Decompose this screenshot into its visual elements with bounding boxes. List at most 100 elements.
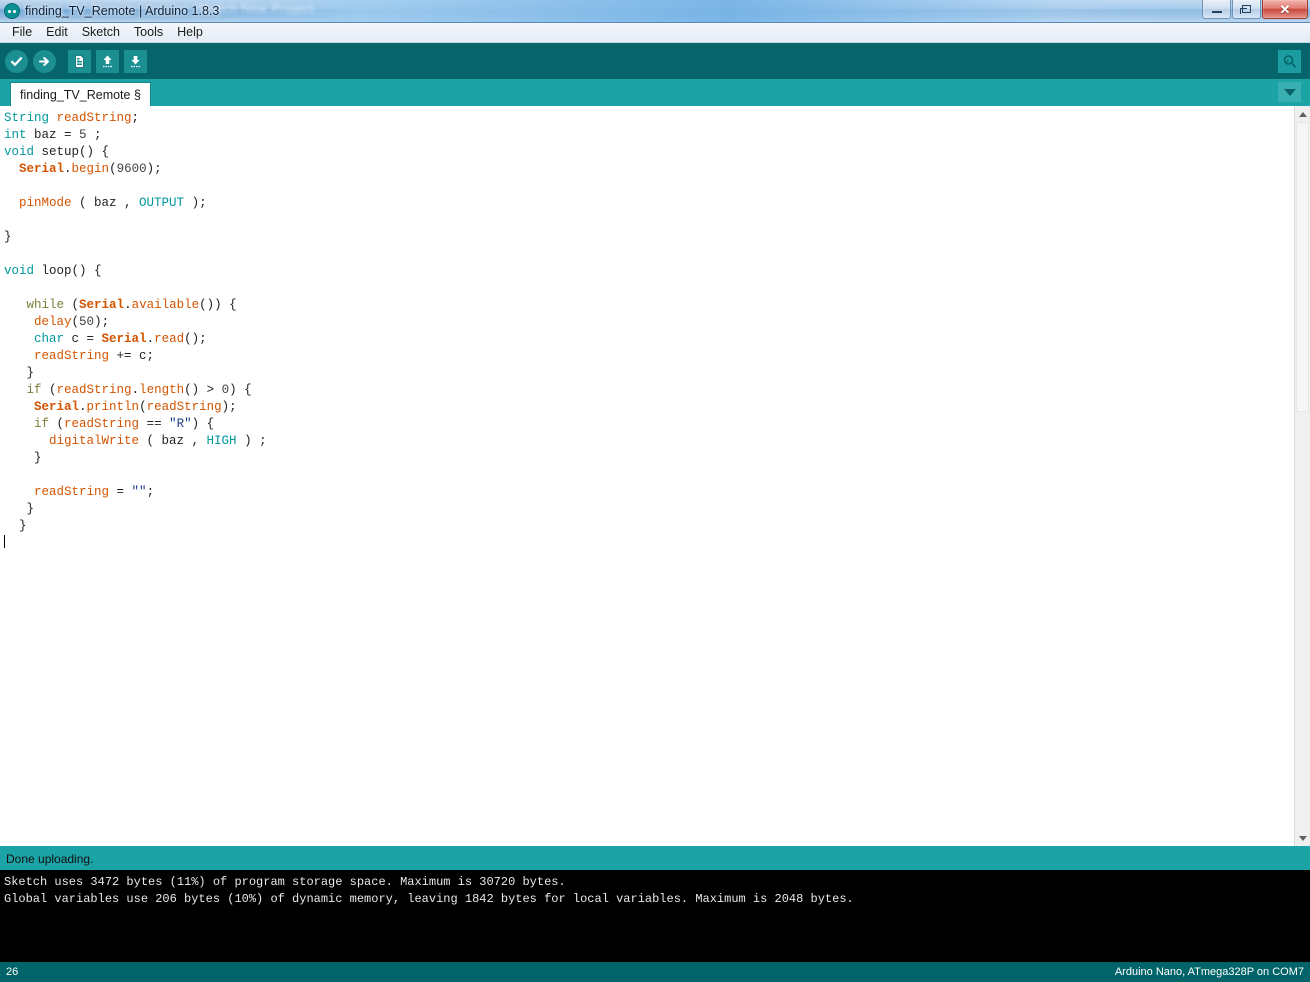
- code-line: }: [4, 365, 1294, 382]
- code-token: String: [4, 111, 50, 125]
- new-sketch-button[interactable]: [68, 49, 91, 73]
- code-token: ) {: [191, 417, 215, 431]
- scroll-down-button[interactable]: [1295, 830, 1310, 846]
- code-token: }: [4, 502, 35, 516]
- code-token: readString: [34, 485, 110, 499]
- console-output[interactable]: Sketch uses 3472 bytes (11%) of program …: [0, 870, 1310, 962]
- minimize-button[interactable]: [1202, 0, 1231, 19]
- code-line: char c = Serial.read();: [4, 331, 1294, 348]
- code-token: "": [131, 485, 147, 499]
- code-token: += c;: [109, 349, 155, 363]
- check-icon: [10, 56, 23, 66]
- code-token: char: [34, 332, 65, 346]
- code-editor[interactable]: String readString; int baz = 5 ; void setu…: [0, 106, 1294, 846]
- code-line: Serial.println(readString);: [4, 399, 1294, 416]
- code-line: if (readString.length() > 0) {: [4, 382, 1294, 399]
- code-token: 50: [79, 315, 95, 329]
- new-file-icon: [75, 54, 84, 68]
- code-line: void setup() {: [4, 144, 1294, 161]
- code-line: }: [4, 450, 1294, 467]
- code-token: Serial: [79, 298, 125, 312]
- arrow-right-icon: [39, 56, 49, 66]
- code-token: ( baz ,: [71, 196, 140, 210]
- code-token: }: [4, 230, 12, 244]
- console-line: Sketch uses 3472 bytes (11%) of program …: [4, 875, 566, 889]
- code-line: }: [4, 229, 1294, 246]
- code-token: (: [109, 162, 117, 176]
- code-token: (: [139, 400, 147, 414]
- editor-vertical-scrollbar[interactable]: [1294, 106, 1310, 846]
- code-token: }: [4, 519, 27, 533]
- code-line: String readString;: [4, 110, 1294, 127]
- tab-finding-tv-remote[interactable]: finding_TV_Remote §: [10, 82, 151, 106]
- scrollbar-thumb[interactable]: [1296, 122, 1309, 412]
- code-token: Serial: [34, 400, 80, 414]
- code-token: .: [131, 383, 140, 397]
- scroll-up-button[interactable]: [1295, 106, 1310, 122]
- verify-button[interactable]: [5, 49, 28, 73]
- code-token: digitalWrite: [49, 434, 140, 448]
- code-token: available: [131, 298, 200, 312]
- maximize-icon: [1240, 5, 1251, 14]
- arrow-down-icon: [131, 55, 140, 67]
- code-token: c =: [64, 332, 102, 346]
- triangle-up-icon: [1298, 111, 1307, 117]
- menu-item-file[interactable]: File: [5, 24, 39, 41]
- arrow-up-icon: [103, 55, 112, 67]
- console-line: Global variables use 206 bytes (10%) of …: [4, 892, 854, 906]
- code-token: 0: [221, 383, 230, 397]
- menu-item-tools[interactable]: Tools: [127, 24, 170, 41]
- code-token: );: [184, 196, 207, 210]
- code-token: if: [26, 383, 42, 397]
- code-token: ()) {: [199, 298, 237, 312]
- board-port-info: Arduino Nano, ATmega328P on COM7: [1114, 966, 1304, 978]
- code-token: .: [124, 298, 132, 312]
- arduino-ide-window: finding_TV_Remote | Arduino 1.8.3 Sketch…: [0, 0, 1310, 982]
- tab-menu-button[interactable]: [1278, 82, 1301, 102]
- code-token: );: [146, 162, 162, 176]
- code-line: readString = "";: [4, 484, 1294, 501]
- menu-item-sketch[interactable]: Sketch: [75, 24, 127, 41]
- code-token: readString: [56, 111, 132, 125]
- serial-monitor-button[interactable]: [1278, 50, 1301, 73]
- code-line: }: [4, 518, 1294, 535]
- code-token: ();: [184, 332, 207, 346]
- menu-item-edit[interactable]: Edit: [39, 24, 75, 41]
- close-button[interactable]: ✕: [1262, 0, 1308, 19]
- code-token: delay: [34, 315, 72, 329]
- upload-button[interactable]: [33, 49, 56, 73]
- code-token: () >: [184, 383, 222, 397]
- save-sketch-button[interactable]: [124, 49, 147, 73]
- window-controls: ✕: [1201, 0, 1308, 21]
- code-token: ;: [86, 128, 102, 142]
- editor-area: String readString; int baz = 5 ; void setu…: [0, 106, 1310, 848]
- status-message-strip: Done uploading.: [0, 848, 1310, 870]
- menu-item-help[interactable]: Help: [170, 24, 210, 41]
- maximize-button[interactable]: [1232, 0, 1261, 19]
- code-token: =: [109, 485, 132, 499]
- code-token: );: [221, 400, 237, 414]
- code-line: while (Serial.available()) {: [4, 297, 1294, 314]
- code-line: if (readString == "R") {: [4, 416, 1294, 433]
- cursor-line-number: 26: [6, 966, 19, 978]
- open-sketch-button[interactable]: [96, 49, 119, 73]
- code-line: void loop() {: [4, 263, 1294, 280]
- triangle-down-icon: [1298, 835, 1307, 841]
- code-token: OUTPUT: [139, 196, 185, 210]
- code-token: .: [64, 162, 72, 176]
- code-token: );: [94, 315, 110, 329]
- status-message: Done uploading.: [6, 852, 94, 866]
- code-line: Serial.begin(9600);: [4, 161, 1294, 178]
